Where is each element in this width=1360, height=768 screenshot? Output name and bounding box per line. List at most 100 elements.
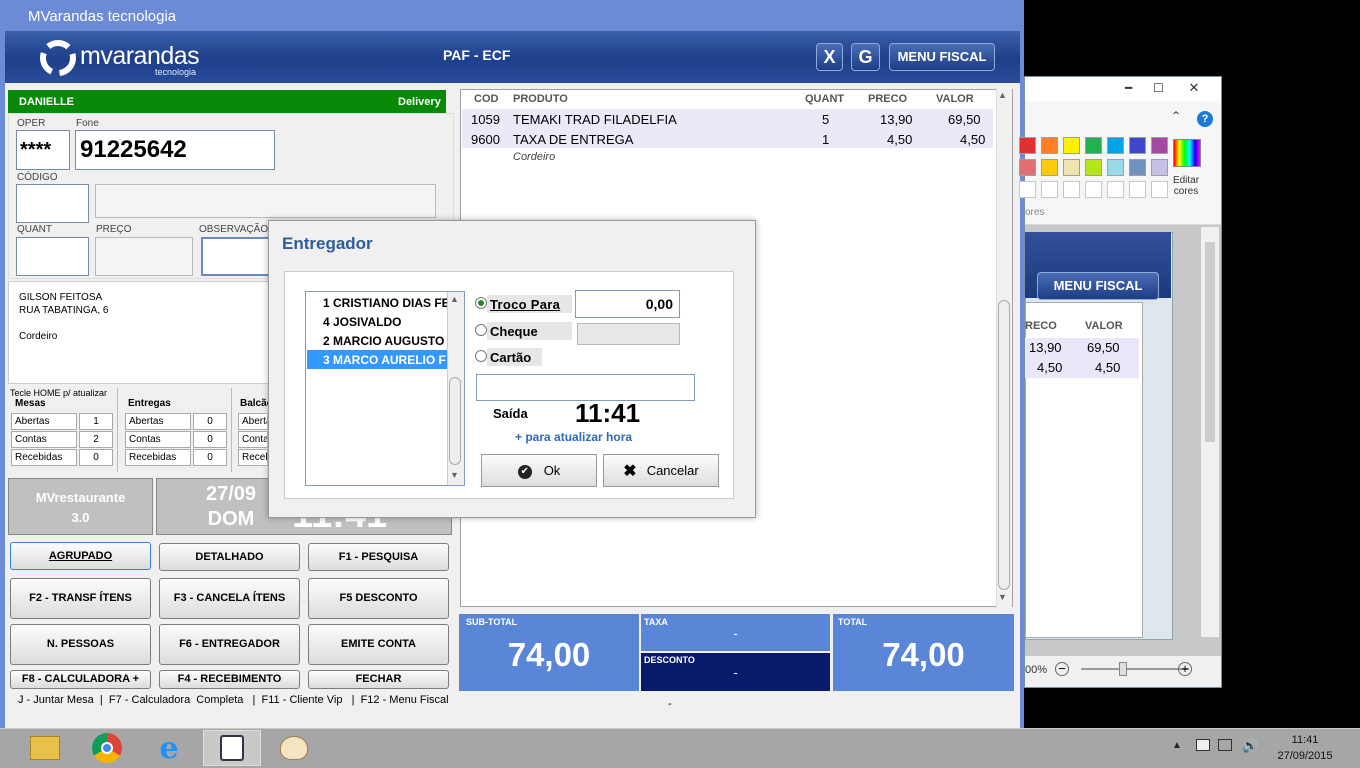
observation-field[interactable] [476, 374, 695, 401]
file-explorer-icon[interactable] [16, 730, 74, 766]
cheque-field [577, 323, 680, 345]
fone-field[interactable]: 91225642 [75, 130, 275, 170]
color-swatch[interactable] [1063, 181, 1080, 198]
product-version: 3.0 [71, 510, 90, 525]
n-pessoas-button[interactable]: N. PESSOAS [10, 624, 151, 665]
refresh-hint: Tecle HOME p/ atualizar [10, 388, 108, 398]
color-swatch[interactable] [1107, 137, 1124, 154]
scroll-down-icon[interactable]: ▼ [998, 592, 1007, 602]
mesas-recebidas-value: 0 [79, 449, 113, 466]
recebimento-button[interactable]: F4 - RECEBIMENTO [159, 670, 300, 689]
fechar-button[interactable]: FECHAR [308, 670, 449, 689]
color-swatch[interactable] [1129, 137, 1146, 154]
cheque-label[interactable]: Cheque [487, 322, 572, 340]
entregas-recebidas-value: 0 [193, 449, 227, 466]
troco-radio[interactable] [475, 297, 487, 309]
flag-icon[interactable] [1196, 739, 1210, 751]
minimize-icon[interactable]: ━ [1125, 81, 1132, 95]
calculadora-button[interactable]: F8 - CALCULADORA + [10, 670, 151, 689]
color-swatch[interactable] [1063, 137, 1080, 154]
color-swatch[interactable] [1085, 181, 1102, 198]
mesas-contas-value: 2 [79, 431, 113, 448]
color-swatch[interactable] [1129, 159, 1146, 176]
refresh-time-hint: + para atualizar hora [515, 430, 633, 444]
cartao-label[interactable]: Cartão [487, 348, 542, 366]
color-swatch[interactable] [1085, 159, 1102, 176]
detalhado-button[interactable]: DETALHADO [159, 543, 300, 571]
troco-field[interactable]: 0,00 [575, 290, 680, 318]
zoom-slider-thumb[interactable] [1119, 662, 1127, 676]
troco-label[interactable]: Troco Para [487, 295, 572, 313]
cheque-radio[interactable] [475, 324, 487, 336]
internet-explorer-icon[interactable]: e [140, 730, 198, 766]
chrome-icon[interactable] [78, 730, 136, 766]
cancel-button[interactable]: ✖ Cancelar [603, 454, 719, 487]
zoom-out-icon[interactable]: − [1055, 662, 1069, 676]
desconto-button[interactable]: F5 DESCONTO [308, 578, 449, 619]
zoom-in-icon[interactable]: + [1178, 662, 1192, 676]
tray-date[interactable]: 27/09/2015 [1270, 750, 1340, 762]
cartao-radio[interactable] [475, 350, 487, 362]
scroll-up-icon[interactable]: ▲ [450, 294, 459, 304]
network-icon[interactable] [1218, 739, 1232, 751]
weekday-display: DOM [207, 508, 255, 530]
status-mark: - [668, 698, 672, 710]
oper-field[interactable]: **** [16, 130, 70, 170]
list-item[interactable]: 2 MARCIO AUGUSTO [307, 331, 447, 350]
color-swatch[interactable] [1019, 181, 1036, 198]
scrollbar-thumb[interactable] [1205, 242, 1215, 442]
entregador-button[interactable]: F6 - ENTREGADOR [159, 624, 300, 665]
canvas-valor-1: 69,50 [1087, 340, 1120, 355]
color-swatch[interactable] [1107, 159, 1124, 176]
color-swatch[interactable] [1041, 159, 1058, 176]
scroll-up-icon[interactable]: ▲ [998, 90, 1007, 100]
scrollbar-thumb[interactable] [449, 377, 461, 465]
color-swatch[interactable] [1063, 159, 1080, 176]
color-swatch[interactable] [1107, 181, 1124, 198]
pesquisa-button[interactable]: F1 - PESQUISA [308, 543, 449, 571]
color-swatch[interactable] [1041, 137, 1058, 154]
cancela-itens-button[interactable]: F3 - CANCELA ÍTENS [159, 578, 300, 619]
close-icon: ✖ [623, 463, 637, 481]
codigo-field[interactable] [16, 184, 89, 223]
tray-time[interactable]: 11:41 [1270, 734, 1340, 746]
x-button[interactable]: X [816, 43, 843, 71]
edit-colors-icon[interactable] [1173, 139, 1201, 167]
color-swatch[interactable] [1041, 181, 1058, 198]
chevron-up-icon[interactable]: ▲ [1172, 740, 1182, 751]
close-icon[interactable]: ✕ [1171, 77, 1217, 99]
quant-field[interactable] [16, 237, 89, 276]
color-swatch[interactable] [1129, 181, 1146, 198]
mvarandas-logo-icon [40, 40, 76, 76]
chevron-up-icon[interactable]: ⌃ [1171, 109, 1181, 123]
emite-conta-button[interactable]: EMITE CONTA [308, 624, 449, 665]
g-button[interactable]: G [851, 43, 880, 71]
scroll-down-icon[interactable]: ▼ [450, 470, 459, 480]
mesas-recebidas-label: Recebidas [11, 449, 77, 466]
color-swatch[interactable] [1151, 181, 1168, 198]
zoom-slider[interactable] [1081, 668, 1189, 670]
ok-button[interactable]: ✔ Ok [481, 454, 597, 487]
agrupado-button[interactable]: AGRUPADO [10, 542, 151, 570]
edit-colors-label[interactable]: Editar cores [1167, 175, 1205, 197]
color-swatch[interactable] [1151, 159, 1168, 176]
list-item[interactable]: 1 CRISTIANO DIAS FE [307, 293, 447, 312]
canvas-preco-2: 4,50 [1037, 360, 1063, 375]
row-quant: 1 [822, 132, 830, 147]
volume-icon[interactable]: 🔊 [1242, 738, 1258, 754]
observacao-field[interactable] [201, 237, 271, 276]
shortcut-bar: J - Juntar Mesa | F7 - Calculadora Compl… [18, 694, 449, 706]
menu-fiscal-button[interactable]: MENU FISCAL [889, 43, 995, 71]
help-icon[interactable]: ? [1197, 111, 1213, 127]
color-swatch[interactable] [1019, 137, 1036, 154]
paint-icon[interactable] [265, 730, 323, 766]
color-swatch[interactable] [1019, 159, 1036, 176]
list-item[interactable]: 4 JOSIVALDO [307, 312, 447, 331]
mvarandas-app-icon[interactable] [203, 730, 261, 766]
transf-itens-button[interactable]: F2 - TRANSF ÍTENS [10, 578, 151, 619]
list-item-selected[interactable]: 3 MARCO AURELIO F [307, 350, 447, 369]
maximize-icon[interactable]: ☐ [1153, 81, 1164, 95]
color-swatch[interactable] [1085, 137, 1102, 154]
color-swatch[interactable] [1151, 137, 1168, 154]
scrollbar-thumb[interactable] [998, 300, 1010, 590]
